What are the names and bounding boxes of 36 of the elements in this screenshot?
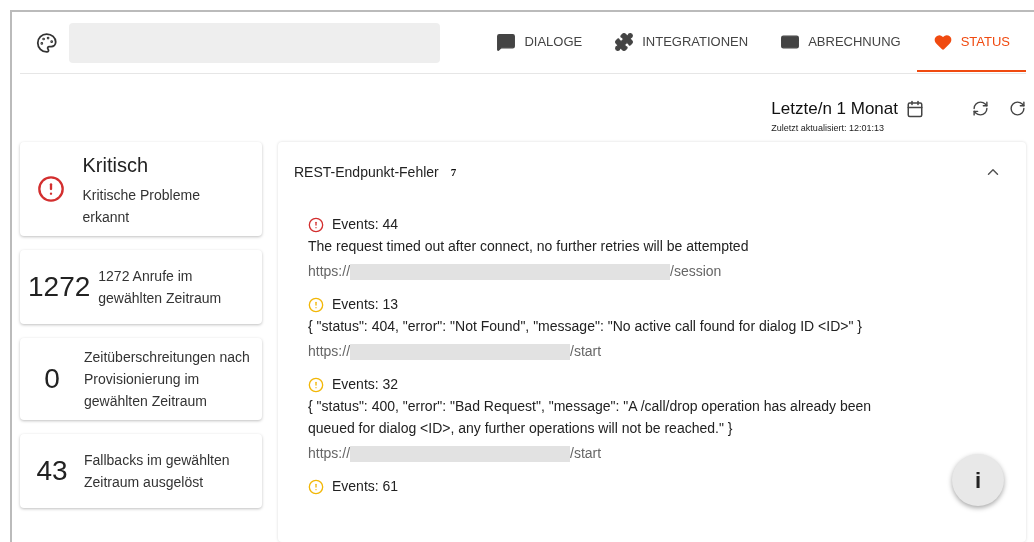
count-value: 43 <box>35 454 69 488</box>
panel-title: REST-Endpunkt-Fehler <box>294 162 439 182</box>
nav-tab[interactable]: INTEGRATIONEN <box>598 13 765 72</box>
sync-icon[interactable] <box>972 100 989 118</box>
url-suffix: /start <box>570 444 602 463</box>
nav-tab[interactable]: ABRECHNUNG <box>764 13 917 72</box>
event-message: { "status": 404, "error": "Not Found", "message": "No active call found for dialog ID <ID>" } <box>308 317 863 336</box>
alert-icon <box>37 175 66 203</box>
timeframe-label: Letzte/n 1 Monat <box>771 98 898 121</box>
url-suffix: /session <box>670 262 722 281</box>
nav-tab[interactable]: STATUS <box>916 13 1026 72</box>
url-prefix: https:// <box>308 262 351 281</box>
url-suffix: /start <box>570 342 602 361</box>
event-count: Events: 32 <box>332 375 399 394</box>
palette-icon[interactable] <box>36 31 58 54</box>
event-count: Events: 44 <box>332 215 399 234</box>
refresh-icon[interactable] <box>1009 100 1026 118</box>
event-message: The request timed out after connect, no further retries will be attempted <box>308 237 750 256</box>
event-message: { "status": 400, "error": "Bad Request", "message": "A /call/drop operation has already been queued for dialog <ID>, any further operations will not be reached." } <box>308 397 873 438</box>
url-prefix: https:// <box>308 444 351 463</box>
last-updated: Zuletzt aktualisiert: 12:01:13 <box>771 121 885 135</box>
count-text: Zeitüberschreitungen nach Provisionierung im gewählten Zeitraum <box>84 348 251 411</box>
count-text: 1272 Anrufe im gewählten Zeitraum <box>98 267 223 308</box>
chat-icon <box>496 31 517 52</box>
count-value: 0 <box>43 362 61 396</box>
puzzle-icon <box>614 31 635 52</box>
nav-tab[interactable]: DIALOGE <box>480 13 599 72</box>
calendar-icon[interactable] <box>906 100 924 119</box>
url-prefix: https:// <box>308 342 351 361</box>
count-label: 7 <box>450 164 457 180</box>
count-text: Fallbacks im gewählten Zeitraum ausgelöst <box>84 451 231 492</box>
status-title: Kritisch <box>82 153 149 178</box>
event-count: Events: 13 <box>332 295 399 314</box>
count-value: 1272 <box>27 270 92 304</box>
event-count: Events: 61 <box>332 477 399 496</box>
status-text: Kritische Probleme erkannt <box>82 186 201 227</box>
